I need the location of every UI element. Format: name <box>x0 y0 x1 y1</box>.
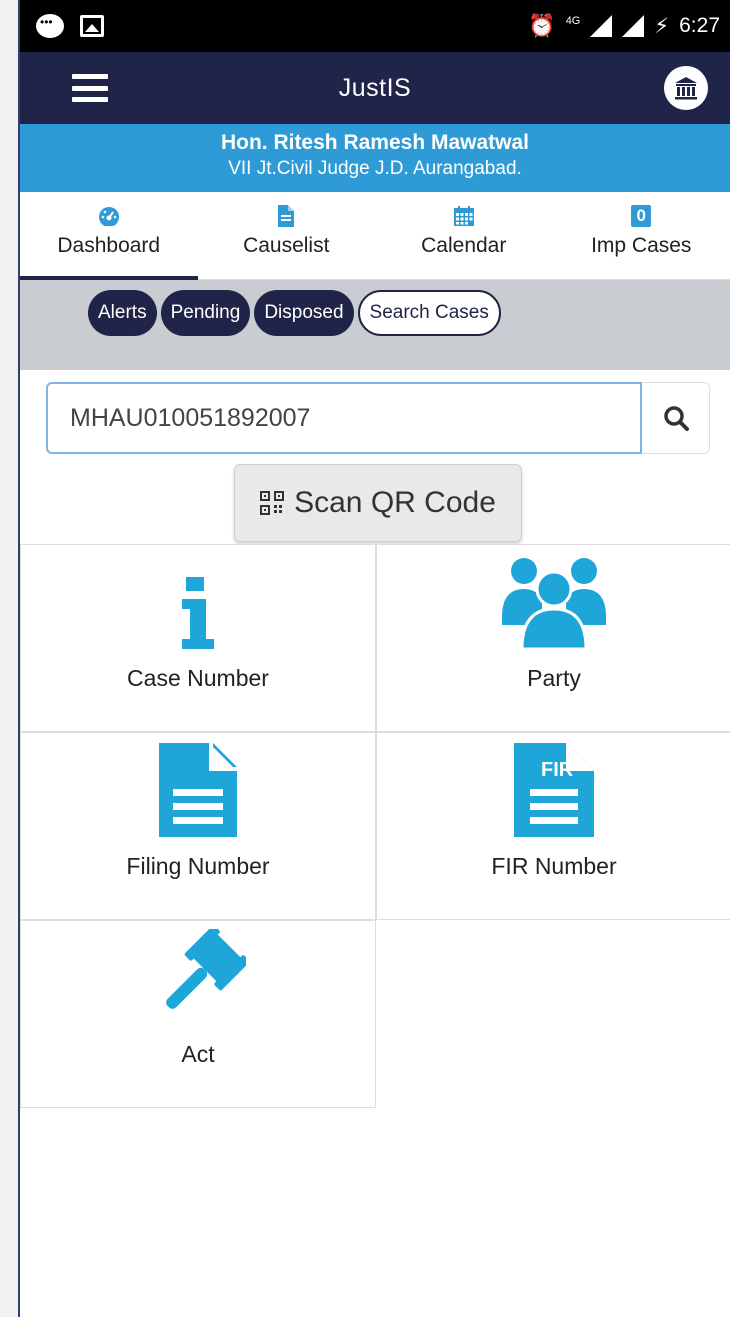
fir-icon-text: FIR <box>541 759 574 781</box>
tab-dashboard[interactable]: Dashboard <box>20 192 198 280</box>
chat-notification-icon <box>36 14 64 38</box>
alarm-icon: ⏰ <box>528 13 556 38</box>
court-building-button[interactable] <box>664 66 708 110</box>
network-type: 4G <box>565 15 581 27</box>
fir-file-icon: FIR <box>377 733 730 843</box>
status-bar: ⏰ 4G ⚡ 6:27 <box>20 0 730 52</box>
judge-banner: Hon. Ritesh Ramesh Mawatwal VII Jt.Civil… <box>20 124 730 192</box>
people-icon <box>502 558 606 649</box>
party-option[interactable]: Party <box>376 544 730 732</box>
fir-file-graphic <box>514 743 594 837</box>
charging-icon: ⚡ <box>654 14 670 38</box>
search-icon <box>663 406 689 431</box>
alerts-filter-button[interactable]: Alerts <box>88 290 157 336</box>
tab-label: Causelist <box>243 234 330 257</box>
search-button[interactable] <box>642 382 710 454</box>
judge-designation: VII Jt.Civil Judge J.D. Aurangabad. <box>228 158 522 179</box>
phone-frame-edge <box>0 0 20 1317</box>
disposed-filter-button[interactable]: Disposed <box>254 290 354 336</box>
scan-qr-code-button[interactable]: Scan QR Code <box>234 464 522 542</box>
option-label: Party <box>527 665 581 691</box>
tab-imp-cases[interactable]: 0 Imp Cases <box>553 192 730 279</box>
tab-label: Imp Cases <box>591 234 692 257</box>
qr-code-icon <box>260 491 285 515</box>
case-search-input[interactable] <box>46 382 642 454</box>
main-tabs: Dashboard Causelist Calendar 0 Imp Cases <box>20 192 730 280</box>
filter-bar: Alerts Pending Disposed Search Cases <box>20 280 730 370</box>
filing-number-option[interactable]: Filing Number <box>20 732 376 920</box>
gavel-icon <box>166 929 246 1009</box>
option-label: FIR Number <box>491 853 617 879</box>
image-notification-icon <box>80 15 104 37</box>
tab-label: Calendar <box>421 234 507 257</box>
fir-number-option[interactable]: FIR FIR Number <box>376 732 730 920</box>
calendar-icon <box>453 206 474 226</box>
menu-icon[interactable] <box>72 74 108 102</box>
app-screen: ⏰ 4G ⚡ 6:27 JustIS Hon. Ritesh Ramesh Ma… <box>20 0 730 1317</box>
case-number-option[interactable]: Case Number <box>20 544 376 732</box>
tab-calendar[interactable]: Calendar <box>375 192 553 279</box>
clock-time: 6:27 <box>679 14 720 37</box>
dashboard-icon <box>98 207 119 226</box>
signal-icon <box>590 15 613 37</box>
scan-qr-code-label: Scan QR Code <box>294 486 496 519</box>
signal-icon-2 <box>622 15 645 37</box>
act-option[interactable]: Act <box>20 920 376 1108</box>
file-icon <box>159 743 237 837</box>
search-cases-filter-button[interactable]: Search Cases <box>357 290 501 336</box>
document-icon <box>278 205 295 227</box>
option-label: Case Number <box>127 665 269 691</box>
case-search-row <box>46 382 710 454</box>
imp-cases-count-badge: 0 <box>631 205 652 227</box>
option-label: Act <box>181 1041 215 1067</box>
app-title: JustIS <box>338 73 412 102</box>
app-bar: JustIS <box>20 52 730 124</box>
tab-label: Dashboard <box>57 234 161 257</box>
judge-name: Hon. Ritesh Ramesh Mawatwal <box>220 131 530 154</box>
tab-causelist[interactable]: Causelist <box>198 192 376 279</box>
court-building-icon <box>675 77 697 100</box>
info-icon <box>182 577 214 649</box>
option-label: Filing Number <box>126 853 270 879</box>
pending-filter-button[interactable]: Pending <box>160 290 251 336</box>
